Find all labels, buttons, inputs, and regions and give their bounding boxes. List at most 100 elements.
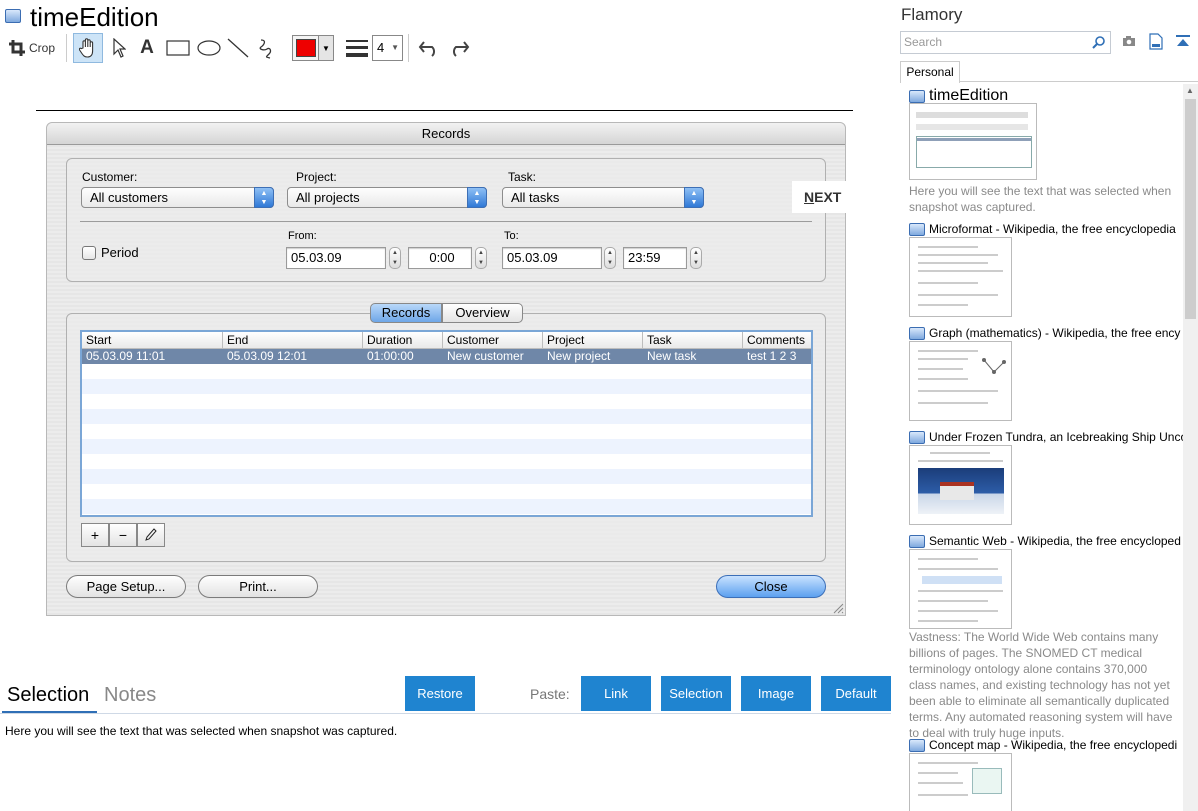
- project-select[interactable]: All projects ▲ ▼: [287, 187, 487, 208]
- hand-tool-button[interactable]: [73, 33, 103, 63]
- pencil-icon: [145, 528, 157, 541]
- column-header-duration[interactable]: Duration: [363, 332, 443, 349]
- tab-records[interactable]: Records: [370, 303, 442, 323]
- column-header-end[interactable]: End: [223, 332, 363, 349]
- next-label: NEXT: [804, 189, 842, 205]
- line-icon: [227, 38, 249, 58]
- resize-grip-icon[interactable]: [832, 602, 844, 614]
- close-button[interactable]: Close: [716, 575, 826, 598]
- page-icon: [909, 222, 925, 236]
- page-icon: [909, 738, 925, 752]
- camera-icon[interactable]: [1122, 34, 1136, 48]
- ellipse-tool-button[interactable]: [195, 34, 223, 62]
- column-header-start[interactable]: Start: [82, 332, 223, 349]
- tab-personal[interactable]: Personal: [900, 61, 960, 83]
- empty-row: [82, 499, 811, 514]
- scrollbar-thumb[interactable]: [1185, 99, 1196, 319]
- app-icon: [5, 9, 21, 23]
- toolbar-separator: [408, 34, 409, 62]
- undo-button[interactable]: [416, 34, 442, 62]
- table-body: 05.03.09 11:01 05.03.09 12:01 01:00:00 N…: [82, 349, 811, 514]
- text-tool-button[interactable]: A: [136, 34, 158, 62]
- snapshot-title-text: Under Frozen Tundra, an Icebreaking Ship…: [929, 430, 1183, 444]
- color-picker[interactable]: ▼: [292, 35, 334, 61]
- snapshot-thumbnail[interactable]: [909, 341, 1012, 421]
- remove-record-button[interactable]: −: [109, 523, 137, 547]
- to-date-field[interactable]: 05.03.09: [502, 247, 602, 269]
- page-setup-button[interactable]: Page Setup...: [66, 575, 186, 598]
- document-icon[interactable]: [1149, 33, 1163, 50]
- paste-link-button[interactable]: Link: [581, 676, 651, 711]
- search-placeholder: Search: [904, 35, 943, 49]
- bottom-divider: [0, 713, 891, 714]
- to-date-stepper[interactable]: ▲ ▼: [604, 247, 616, 269]
- snapshot-title[interactable]: Microformat - Wikipedia, the free encycl…: [909, 222, 1183, 236]
- tab-notes[interactable]: Notes: [104, 684, 156, 707]
- period-checkbox[interactable]: [82, 246, 96, 260]
- to-time-field[interactable]: 23:59: [623, 247, 687, 269]
- paste-selection-button[interactable]: Selection: [661, 676, 731, 711]
- add-record-button[interactable]: +: [81, 523, 109, 547]
- tab-divider: [959, 81, 1198, 82]
- snapshot-list-scrollbar[interactable]: ▲: [1183, 84, 1198, 811]
- color-swatch: [296, 39, 316, 57]
- ellipse-icon: [197, 40, 221, 56]
- customer-select[interactable]: All customers ▲ ▼: [81, 187, 274, 208]
- snapshot-title-text: Semantic Web - Wikipedia, the free encyc…: [929, 534, 1181, 548]
- column-header-comments[interactable]: Comments: [743, 332, 811, 349]
- snapshot-title[interactable]: Concept map - Wikipedia, the free encycl…: [909, 738, 1183, 752]
- print-button[interactable]: Print...: [198, 575, 318, 598]
- restore-button[interactable]: Restore: [405, 676, 475, 711]
- snapshot-title[interactable]: Semantic Web - Wikipedia, the free encyc…: [909, 534, 1183, 548]
- line-width-select[interactable]: 4 ▼: [372, 35, 403, 61]
- cell-start: 05.03.09 11:01: [86, 349, 166, 363]
- snapshot-title[interactable]: Under Frozen Tundra, an Icebreaking Ship…: [909, 430, 1183, 444]
- snapshot-title-text: Graph (mathematics) - Wikipedia, the fre…: [929, 326, 1181, 340]
- edit-record-button[interactable]: [137, 523, 165, 547]
- column-header-project[interactable]: Project: [543, 332, 643, 349]
- snapshot-thumbnail[interactable]: [909, 753, 1012, 811]
- search-icon[interactable]: [1092, 35, 1106, 49]
- from-date-field[interactable]: 05.03.09: [286, 247, 386, 269]
- updown-arrows-icon: ▲ ▼: [467, 187, 487, 208]
- project-label: Project:: [296, 170, 337, 184]
- rectangle-tool-button[interactable]: [164, 34, 192, 62]
- from-date-stepper[interactable]: ▲ ▼: [389, 247, 401, 269]
- empty-row: [82, 469, 811, 484]
- select-tool-button[interactable]: [108, 34, 130, 62]
- column-header-task[interactable]: Task: [643, 332, 743, 349]
- toolbar-separator: [66, 34, 67, 62]
- customer-value: All customers: [90, 190, 169, 205]
- chevron-down-icon: ▼: [318, 36, 333, 60]
- redo-button[interactable]: [446, 34, 472, 62]
- tab-overview[interactable]: Overview: [442, 303, 523, 323]
- collapse-top-icon[interactable]: [1175, 34, 1191, 48]
- crop-button[interactable]: Crop: [6, 34, 58, 62]
- line-width-icon-button[interactable]: [343, 34, 371, 62]
- freehand-tool-button[interactable]: [255, 34, 279, 62]
- empty-row: [82, 454, 811, 469]
- next-button[interactable]: NEXT: [792, 181, 846, 213]
- snapshot-thumbnail[interactable]: [909, 549, 1012, 629]
- task-label: Task:: [508, 170, 537, 184]
- tab-selection[interactable]: Selection: [7, 684, 89, 707]
- rectangle-icon: [166, 40, 190, 56]
- to-time-stepper[interactable]: ▲ ▼: [690, 247, 702, 269]
- table-row[interactable]: 05.03.09 11:01 05.03.09 12:01 01:00:00 N…: [82, 349, 811, 364]
- task-select[interactable]: All tasks ▲ ▼: [502, 187, 704, 208]
- project-value: All projects: [296, 190, 360, 205]
- column-header-customer[interactable]: Customer: [443, 332, 543, 349]
- snapshot-title[interactable]: Graph (mathematics) - Wikipedia, the fre…: [909, 326, 1183, 340]
- paste-default-button[interactable]: Default: [821, 676, 891, 711]
- from-time-field[interactable]: 0:00: [408, 247, 472, 269]
- snapshot-thumbnail[interactable]: [909, 103, 1037, 180]
- snapshot-title-text: Microformat - Wikipedia, the free encycl…: [929, 222, 1176, 236]
- updown-arrows-icon: ▲ ▼: [684, 187, 704, 208]
- from-time-stepper[interactable]: ▲ ▼: [475, 247, 487, 269]
- snapshot-thumbnail[interactable]: [909, 237, 1012, 317]
- paste-image-button[interactable]: Image: [741, 676, 811, 711]
- scroll-up-icon[interactable]: ▲: [1186, 86, 1194, 95]
- search-input[interactable]: Search: [900, 31, 1111, 54]
- line-tool-button[interactable]: [226, 34, 250, 62]
- snapshot-thumbnail[interactable]: [909, 445, 1012, 525]
